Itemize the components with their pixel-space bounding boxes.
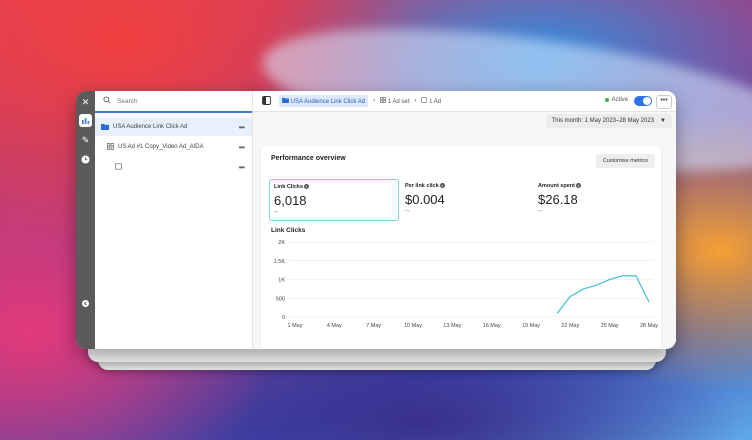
close-icon[interactable]: ✕ <box>79 96 92 109</box>
left-rail: ✕ ✎ <box>76 91 95 349</box>
chevron-right-icon: › <box>414 98 417 104</box>
ad-square-icon <box>421 97 428 103</box>
status-indicator: Active <box>604 97 628 103</box>
panel-toggle-icon[interactable] <box>262 95 271 107</box>
metric-card-per-link-click[interactable]: Per link click i $0.004 -- <box>401 179 529 219</box>
y-tick-label: 1K <box>278 278 285 284</box>
metric-compare: -- <box>405 208 410 215</box>
pencil-icon[interactable]: ✎ <box>79 134 92 147</box>
tree-item-label: USA Audience Link Click Ad <box>113 124 188 130</box>
folder-icon <box>101 123 109 132</box>
x-tick-label: 19 May <box>522 323 540 329</box>
breadcrumb-campaign[interactable]: USA Audience Link Click Ad <box>279 95 369 107</box>
series-line <box>556 275 650 314</box>
info-icon[interactable]: i <box>575 183 581 189</box>
tree-item-campaign[interactable]: USA Audience Link Click Ad ••• <box>95 118 252 136</box>
more-options-icon[interactable]: ••• <box>239 123 245 132</box>
grid-icon <box>107 142 114 152</box>
info-icon[interactable]: i <box>304 184 310 190</box>
caret-down-icon: ▼ <box>660 118 666 124</box>
back-circle-icon[interactable] <box>79 297 92 310</box>
x-tick-label: 10 May <box>404 323 422 329</box>
top-bar: USA Audience Link Click Ad › 1 Ad set › … <box>253 91 676 112</box>
breadcrumb-ad[interactable]: 1 Ad <box>421 97 441 105</box>
grid-icon <box>380 97 386 103</box>
date-range-button[interactable]: This month: 1 May 2023–28 May 2023 ▼ <box>545 114 672 128</box>
clock-icon[interactable] <box>79 153 92 166</box>
metric-label: Amount spent <box>538 183 575 189</box>
breadcrumb-adset[interactable]: 1 Ad set <box>380 97 409 105</box>
ad-square-icon <box>115 163 122 172</box>
y-tick-label: 500 <box>276 296 285 302</box>
performance-overview-card: Performance overview Customise metrics L… <box>261 146 661 349</box>
date-range-label: This month: 1 May 2023–28 May 2023 <box>551 118 655 124</box>
campaign-tree-panel: USA Audience Link Click Ad ••• US Ad #1 … <box>95 91 253 349</box>
x-tick-label: 28 May <box>640 323 658 329</box>
tree-item-label: US Ad #1 Copy_Video Ad_AIDA <box>118 144 204 150</box>
y-tick-label: 0 <box>282 315 285 321</box>
chart-icon[interactable] <box>79 114 92 127</box>
tree-item-ad[interactable]: ••• <box>95 158 252 176</box>
link-clicks-chart: 0 500 1K 1.5K 2K 1 May 4 May 7 May 10 May 13 May 1… <box>274 240 659 329</box>
x-tick-label: 16 May <box>483 323 501 329</box>
chart-title: Link Clicks <box>271 227 306 234</box>
x-tick-label: 25 May <box>601 323 619 329</box>
y-tick-label: 1.5K <box>274 259 286 265</box>
metric-value: $26.18 <box>538 192 578 207</box>
metric-card-amount-spent[interactable]: Amount spent i $26.18 -- <box>534 179 662 219</box>
chevron-right-icon: › <box>373 98 376 104</box>
breadcrumb: USA Audience Link Click Ad › 1 Ad set › … <box>279 95 441 107</box>
metric-compare: -- <box>274 209 279 216</box>
customise-metrics-button[interactable]: Customise metrics <box>595 154 655 168</box>
search-input[interactable] <box>115 96 229 106</box>
section-title: Performance overview <box>271 155 346 162</box>
x-tick-label: 4 May <box>327 323 342 329</box>
metric-value: 6,018 <box>274 193 307 208</box>
main-panel: USA Audience Link Click Ad › 1 Ad set › … <box>253 91 676 349</box>
status-label: Active <box>611 97 628 103</box>
x-tick-label: 22 May <box>561 323 579 329</box>
folder-icon <box>282 97 289 103</box>
info-icon[interactable]: i <box>439 183 445 189</box>
more-options-icon[interactable]: ••• <box>239 163 245 172</box>
status-dot-icon <box>604 98 609 102</box>
metric-label: Per link click <box>405 183 439 189</box>
more-options-icon[interactable]: ••• <box>239 143 245 152</box>
metric-label: Link Clicks <box>274 184 304 190</box>
y-tick-label: 2K <box>278 240 285 246</box>
tree-item-adset[interactable]: US Ad #1 Copy_Video Ad_AIDA ••• <box>95 138 252 156</box>
metric-value: $0.004 <box>405 192 445 207</box>
metric-compare: -- <box>538 208 543 215</box>
x-tick-label: 7 May <box>366 323 381 329</box>
active-toggle[interactable] <box>634 96 652 106</box>
search-bar <box>95 91 252 113</box>
x-tick-label: 1 May <box>288 323 303 329</box>
metric-card-link-clicks[interactable]: Link Clicks i 6,018 -- <box>269 179 399 221</box>
more-options-button[interactable]: ••• <box>656 95 672 109</box>
ads-manager-window: ✕ ✎ USA Audience Link Click Ad ••• <box>76 91 676 349</box>
search-icon <box>103 96 111 106</box>
x-tick-label: 13 May <box>443 323 461 329</box>
